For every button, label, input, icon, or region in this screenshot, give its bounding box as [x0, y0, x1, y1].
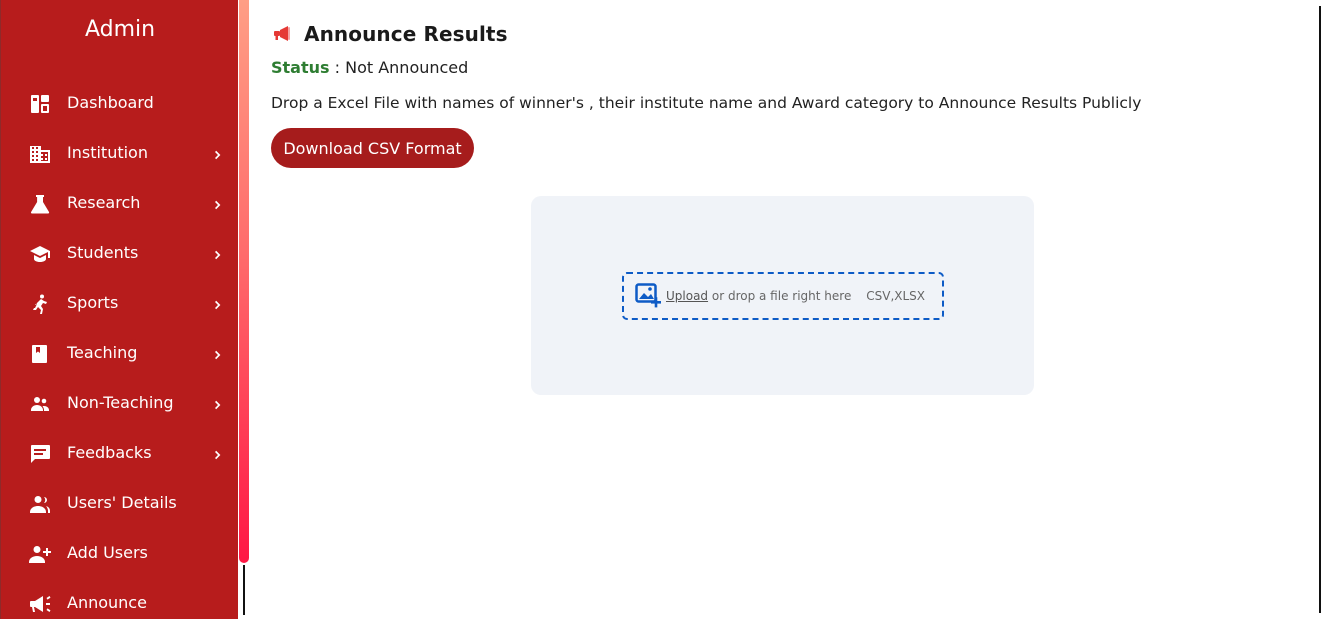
page-heading: Announce Results: [271, 22, 508, 46]
dashboard-icon: [29, 94, 51, 114]
sidebar-item-research[interactable]: Research: [1, 179, 238, 229]
right-border-line: [1319, 6, 1321, 613]
status-separator: :: [329, 58, 346, 77]
status-line: Status : Not Announced: [271, 58, 468, 77]
chevron-right-icon: [212, 147, 222, 161]
people-icon: [29, 394, 51, 414]
dropzone-text: Upload or drop a file right here: [666, 289, 851, 303]
sidebar-title: Admin: [84, 17, 156, 42]
dropzone-hint: or drop a file right here: [708, 289, 852, 303]
megaphone-icon: [29, 594, 51, 614]
sidebar-item-label: Sports: [67, 293, 119, 312]
sidebar-item-label: Feedbacks: [67, 443, 152, 462]
sidebar-item-label: Research: [67, 193, 141, 212]
sidebar-item-announce[interactable]: Announce: [1, 579, 238, 619]
page-title: Announce Results: [304, 22, 508, 46]
sidebar-item-label: Users' Details: [67, 493, 177, 512]
sidebar-item-non-teaching[interactable]: Non-Teaching: [1, 379, 238, 429]
upload-link[interactable]: Upload: [666, 289, 708, 303]
sidebar-nav: Dashboard Institution Research Students …: [1, 79, 238, 619]
book-icon: [29, 344, 51, 364]
sports-icon: [29, 294, 51, 314]
sidebar-item-add-users[interactable]: Add Users: [1, 529, 238, 579]
add-image-icon: [635, 283, 663, 309]
feedback-icon: [29, 444, 51, 464]
accepted-file-types: CSV,XLSX: [866, 289, 925, 303]
divider-line: [243, 565, 245, 615]
file-dropzone[interactable]: Upload or drop a file right here CSV,XLS…: [622, 272, 944, 320]
sidebar-item-dashboard[interactable]: Dashboard: [1, 79, 238, 129]
status-label: Status: [271, 58, 330, 77]
sidebar-item-sports[interactable]: Sports: [1, 279, 238, 329]
building-icon: [29, 144, 51, 164]
flask-icon: [29, 194, 51, 214]
megaphone-icon: [271, 22, 295, 46]
add-user-icon: [29, 544, 51, 564]
sidebar-item-users-details[interactable]: Users' Details: [1, 479, 238, 529]
download-csv-format-button[interactable]: Download CSV Format: [271, 128, 474, 168]
sidebar-item-label: Teaching: [67, 343, 138, 362]
status-value: Not Announced: [345, 58, 469, 77]
instructions-text: Drop a Excel File with names of winner's…: [271, 94, 1142, 112]
sidebar-item-teaching[interactable]: Teaching: [1, 329, 238, 379]
sidebar-item-institution[interactable]: Institution: [1, 129, 238, 179]
sidebar-item-label: Add Users: [67, 543, 148, 562]
upload-panel: Upload or drop a file right here CSV,XLS…: [531, 196, 1034, 395]
sidebar-item-label: Non-Teaching: [67, 393, 174, 412]
chevron-right-icon: [212, 197, 222, 211]
graduation-cap-icon: [29, 244, 51, 264]
sidebar: Admin Dashboard Institution Research Stu…: [0, 0, 238, 619]
app-root: Admin Dashboard Institution Research Stu…: [0, 0, 1326, 619]
sidebar-item-label: Students: [67, 243, 139, 262]
chevron-right-icon: [212, 247, 222, 261]
sidebar-item-label: Institution: [67, 143, 148, 162]
sidebar-item-label: Dashboard: [67, 93, 154, 112]
sidebar-item-students[interactable]: Students: [1, 229, 238, 279]
sidebar-item-label: Announce: [67, 593, 147, 612]
sidebar-scrollbar-thumb[interactable]: [239, 0, 249, 563]
chevron-right-icon: [212, 397, 222, 411]
users-icon: [29, 494, 51, 514]
sidebar-item-feedbacks[interactable]: Feedbacks: [1, 429, 238, 479]
chevron-right-icon: [212, 447, 222, 461]
chevron-right-icon: [212, 297, 222, 311]
main-content: Announce Results Status : Not Announced …: [271, 0, 1311, 619]
chevron-right-icon: [212, 347, 222, 361]
